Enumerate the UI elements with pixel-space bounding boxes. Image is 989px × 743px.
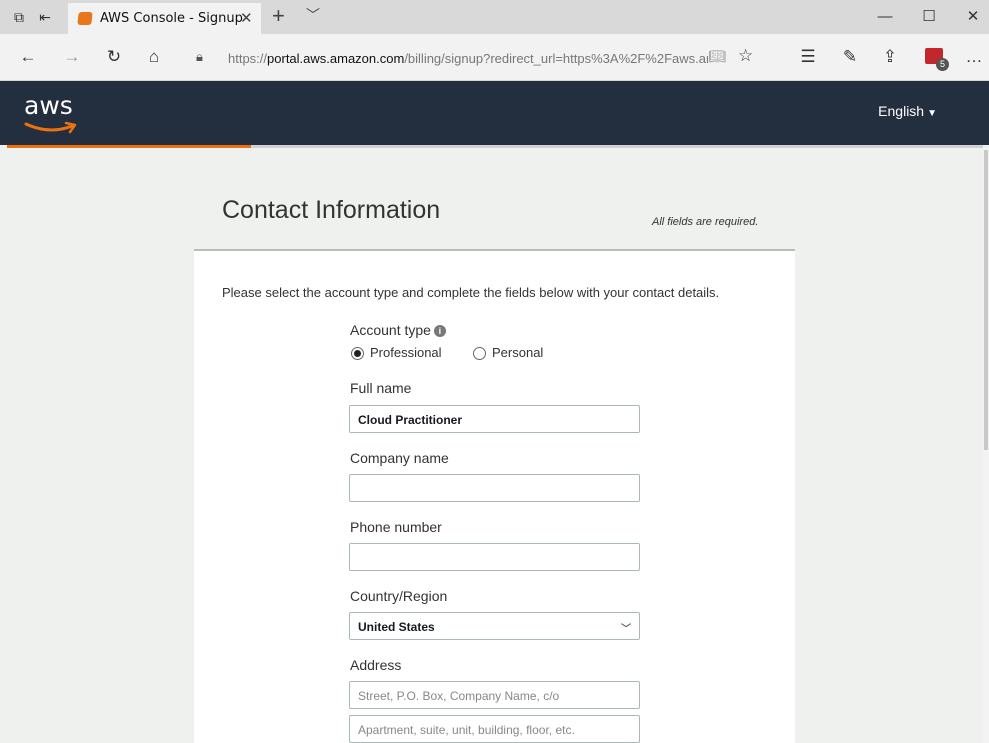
tab-title: AWS Console - Signup <box>100 11 243 26</box>
reading-view-icon[interactable]: 📖︎ <box>708 48 726 65</box>
language-dropdown[interactable]: English ▼ <box>878 103 937 119</box>
language-label: English <box>878 103 925 119</box>
full-name-label: Full name <box>350 380 412 396</box>
extension-badge: 5 <box>936 58 949 71</box>
address-label: Address <box>350 657 402 673</box>
aws-favicon-icon <box>77 12 93 25</box>
radio-professional-label[interactable]: Professional <box>370 345 442 360</box>
minimize-icon[interactable]: — <box>870 4 900 30</box>
required-note: All fields are required. <box>652 216 759 228</box>
favorites-list-icon[interactable]: ☰ <box>796 46 820 68</box>
contact-form-card: Please select the account type and compl… <box>194 251 795 743</box>
company-name-label: Company name <box>350 450 449 466</box>
navigation-bar: ← → ↻ ⌂ 🔒︎ https://portal.aws.amazon.com… <box>0 34 989 81</box>
signup-progress-bar <box>7 145 983 148</box>
company-name-field[interactable] <box>349 474 640 502</box>
scroll-thumb[interactable] <box>984 150 988 450</box>
phone-number-field[interactable] <box>349 543 640 571</box>
forward-arrow-icon[interactable]: → <box>60 46 84 68</box>
signup-progress-fill <box>7 145 251 148</box>
more-icon[interactable]: … <box>962 46 986 68</box>
share-icon[interactable]: ⇪ <box>878 46 902 68</box>
page-title: Contact Information <box>222 196 441 224</box>
back-arrow-icon[interactable]: ← <box>16 46 40 68</box>
home-icon[interactable]: ⌂ <box>142 46 166 68</box>
chevron-down-icon[interactable]: ﹀ <box>306 5 320 25</box>
address-bar[interactable]: 🔒︎ https://portal.aws.amazon.com/billing… <box>190 44 770 72</box>
close-window-icon[interactable]: ✕ <box>958 4 988 30</box>
phone-number-label: Phone number <box>350 519 442 535</box>
full-name-field[interactable]: Cloud Practitioner <box>349 405 640 433</box>
form-intro: Please select the account type and compl… <box>222 285 720 300</box>
aws-logo-text: aws <box>24 91 73 120</box>
radio-professional[interactable] <box>351 347 364 360</box>
aws-header: aws English ▼ <box>0 81 989 145</box>
tab-preview-icon[interactable]: ⧉ <box>10 8 28 26</box>
radio-personal-label[interactable]: Personal <box>492 345 543 360</box>
account-type-label: Account type i <box>350 322 446 338</box>
country-region-value: United States <box>358 620 435 634</box>
pen-icon[interactable]: ✎ <box>838 46 862 68</box>
country-region-select[interactable]: United States ﹀ <box>349 612 640 640</box>
caret-down-icon: ▼ <box>927 108 937 119</box>
aws-logo[interactable]: aws <box>24 91 94 137</box>
page-scrollbar[interactable] <box>983 148 989 743</box>
refresh-icon[interactable]: ↻ <box>102 46 126 68</box>
radio-personal[interactable] <box>473 347 486 360</box>
lock-icon: 🔒︎ <box>196 49 203 64</box>
url-text[interactable]: https://portal.aws.amazon.com/billing/si… <box>228 51 708 66</box>
new-tab-icon[interactable]: + <box>272 3 285 29</box>
address-line2-field[interactable]: Apartment, suite, unit, building, floor,… <box>349 715 640 743</box>
aws-smile-icon <box>24 121 77 134</box>
chevron-down-icon: ﹀ <box>621 624 631 635</box>
country-region-label: Country/Region <box>350 588 448 604</box>
title-bar: ⧉ ⇤ AWS Console - Signup ✕ + ﹀ — ☐ ✕ <box>0 0 989 34</box>
tab-close-icon[interactable]: ✕ <box>240 9 253 27</box>
info-icon[interactable]: i <box>433 325 446 337</box>
maximize-icon[interactable]: ☐ <box>914 4 944 30</box>
browser-tab[interactable]: AWS Console - Signup ✕ <box>68 3 261 34</box>
star-icon[interactable]: ☆ <box>738 46 753 66</box>
address-line1-field[interactable]: Street, P.O. Box, Company Name, c/o <box>349 681 640 709</box>
set-aside-icon[interactable]: ⇤ <box>36 8 54 26</box>
